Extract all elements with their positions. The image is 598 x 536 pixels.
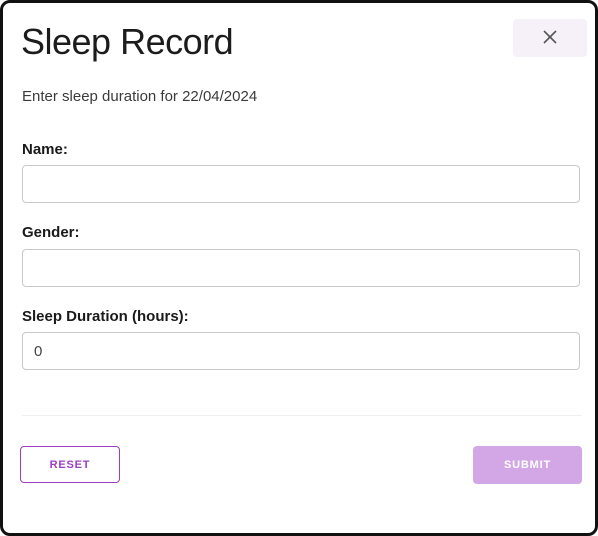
submit-button[interactable]: SUBMIT [473,446,582,484]
dialog-title: Sleep Record [21,21,234,62]
name-field[interactable] [22,165,580,203]
sleep-duration-field[interactable] [22,332,580,370]
close-icon [542,29,558,48]
reset-button[interactable]: RESET [20,446,120,483]
close-button[interactable] [513,19,587,57]
name-label: Name: [22,141,68,158]
footer-divider [22,415,582,416]
gender-label: Gender: [22,224,80,241]
dialog-subtitle: Enter sleep duration for 22/04/2024 [22,88,258,105]
sleep-duration-label: Sleep Duration (hours): [22,308,189,325]
sleep-record-dialog: Sleep Record Enter sleep duration for 22… [0,0,598,536]
gender-field[interactable] [22,249,580,287]
